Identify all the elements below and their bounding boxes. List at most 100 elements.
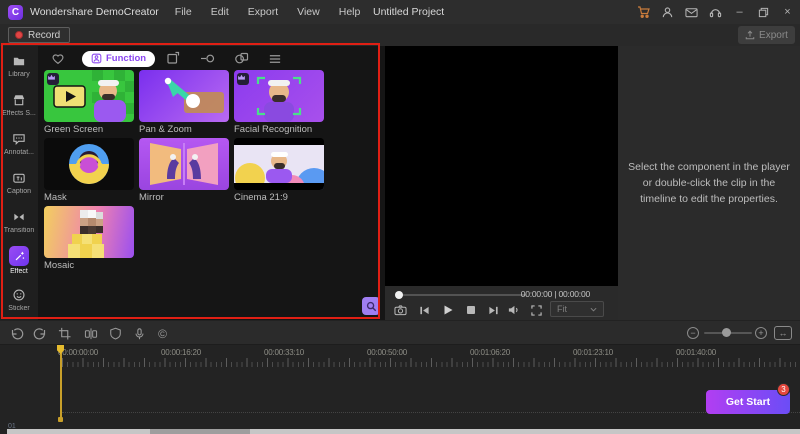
annotation-icon bbox=[11, 131, 27, 147]
effect-card-pan-zoom[interactable]: Pan & Zoom bbox=[139, 70, 229, 136]
seek-track[interactable] bbox=[398, 294, 526, 296]
maximize-button[interactable] bbox=[756, 4, 771, 20]
timeline-ruler-ticks[interactable] bbox=[62, 358, 800, 367]
fit-timeline-button[interactable]: ↔ bbox=[774, 326, 792, 340]
track-divider bbox=[62, 412, 800, 413]
effect-card-cinema[interactable]: Cinema 21:9 bbox=[234, 138, 324, 204]
search-button[interactable] bbox=[362, 297, 380, 315]
record-button[interactable]: Record bbox=[8, 27, 71, 43]
sidebar-item-caption[interactable]: Caption bbox=[0, 163, 38, 202]
tab-list-menu-icon[interactable] bbox=[267, 51, 283, 67]
effects-store-icon bbox=[11, 92, 27, 108]
favorites-heart-icon[interactable] bbox=[50, 51, 66, 67]
effect-thumbnail[interactable] bbox=[234, 138, 324, 190]
tab-function-label: Function bbox=[106, 53, 147, 64]
menu-edit[interactable]: Edit bbox=[211, 6, 229, 18]
fullscreen-button[interactable] bbox=[529, 303, 544, 317]
effect-label: Cinema 21:9 bbox=[234, 192, 288, 203]
stop-button[interactable] bbox=[463, 303, 478, 317]
effect-card-mirror[interactable]: Mirror bbox=[139, 138, 229, 204]
minimize-button[interactable]: – bbox=[732, 4, 747, 20]
microphone-button[interactable] bbox=[131, 325, 148, 342]
effect-thumbnail[interactable] bbox=[139, 70, 229, 122]
next-frame-button[interactable] bbox=[486, 303, 501, 317]
sidebar-item-effect[interactable]: Effect bbox=[0, 241, 38, 280]
effect-label: Pan & Zoom bbox=[139, 124, 192, 135]
ruler-label: 00:01:40:00 bbox=[675, 348, 717, 357]
effects-grid: Green Screen Pan & Zoom Facial Recogniti… bbox=[44, 70, 324, 272]
tab-function[interactable]: Function bbox=[82, 50, 156, 67]
shield-denoise-button[interactable] bbox=[107, 325, 124, 342]
mail-icon[interactable] bbox=[684, 4, 699, 20]
horizontal-scrollbar[interactable] bbox=[0, 429, 800, 434]
sidebar-item-transition[interactable]: Transition bbox=[0, 202, 38, 241]
export-button[interactable]: Export bbox=[738, 26, 795, 44]
menu-view[interactable]: View bbox=[297, 6, 320, 18]
effect-card-mosaic[interactable]: Mosaic bbox=[44, 206, 134, 272]
timeline[interactable]: 00:00:00:00 00:00:16:20 00:00:33:10 00:0… bbox=[0, 345, 800, 429]
redo-button[interactable] bbox=[31, 325, 48, 342]
titlebar: C Wondershare DemoCreator File Edit Expo… bbox=[0, 0, 800, 24]
play-button[interactable] bbox=[440, 303, 455, 317]
placeholder-message: Select the component in the player or do… bbox=[628, 160, 790, 206]
scrollbar-thumb[interactable] bbox=[150, 429, 250, 434]
app-window: C Wondershare DemoCreator File Edit Expo… bbox=[0, 0, 800, 434]
edit-toolbar: © − + ↔ bbox=[0, 320, 800, 345]
volume-button[interactable] bbox=[506, 303, 521, 317]
effect-label: Green Screen bbox=[44, 124, 104, 135]
zoom-out-button[interactable]: − bbox=[687, 327, 699, 339]
tab-blend-icon[interactable] bbox=[233, 51, 249, 67]
undo-button[interactable] bbox=[8, 325, 25, 342]
playhead[interactable] bbox=[60, 345, 62, 419]
transition-icon bbox=[11, 209, 27, 225]
sidebar-item-library[interactable]: Library bbox=[0, 46, 38, 85]
fit-zoom-dropdown[interactable]: Fit bbox=[550, 301, 604, 317]
effect-card-facial-recognition[interactable]: Facial Recognition bbox=[234, 70, 324, 136]
seek-handle[interactable] bbox=[395, 291, 403, 299]
effect-thumbnail[interactable] bbox=[44, 70, 134, 122]
player-preview[interactable] bbox=[385, 46, 618, 286]
snapshot-camera-button[interactable] bbox=[393, 303, 408, 317]
sidebar: Library Effects S... Annotat... Caption … bbox=[0, 46, 38, 320]
menu-help[interactable]: Help bbox=[339, 6, 361, 18]
get-start-button[interactable]: Get Start bbox=[706, 390, 790, 414]
record-label: Record bbox=[28, 29, 61, 41]
account-icon[interactable] bbox=[660, 4, 675, 20]
menu-export[interactable]: Export bbox=[248, 6, 278, 18]
zoom-in-button[interactable]: + bbox=[755, 327, 767, 339]
ruler-label: 00:00:00:00 bbox=[57, 348, 99, 357]
cart-icon[interactable] bbox=[636, 4, 651, 20]
sidebar-item-annotation[interactable]: Annotat... bbox=[0, 124, 38, 163]
effect-thumbnail[interactable] bbox=[44, 138, 134, 190]
crop-button[interactable] bbox=[56, 325, 73, 342]
sidebar-item-sticker[interactable]: Sticker bbox=[0, 280, 38, 319]
copyright-watermark-button[interactable]: © bbox=[154, 325, 171, 342]
menu-file[interactable]: File bbox=[175, 6, 192, 18]
effect-thumbnail[interactable] bbox=[139, 138, 229, 190]
upload-icon bbox=[745, 30, 755, 40]
support-headset-icon[interactable] bbox=[708, 4, 723, 20]
player-controls: 00:00:00 | 00:00:00 Fit bbox=[385, 286, 618, 320]
previous-frame-button[interactable] bbox=[417, 303, 432, 317]
caption-icon bbox=[11, 170, 27, 186]
effect-thumbnail[interactable] bbox=[44, 206, 134, 258]
sidebar-item-effects-store[interactable]: Effects S... bbox=[0, 85, 38, 124]
export-label: Export bbox=[759, 29, 788, 41]
effect-card-green-screen[interactable]: Green Screen bbox=[44, 70, 134, 136]
ruler-label: 00:01:06:20 bbox=[469, 348, 511, 357]
close-button[interactable]: × bbox=[780, 4, 795, 20]
ruler-label: 00:00:50:00 bbox=[366, 348, 408, 357]
tab-keyframe-icon[interactable] bbox=[199, 51, 215, 67]
timeline-zoom-handle[interactable] bbox=[722, 328, 731, 337]
record-dot-icon bbox=[15, 31, 23, 39]
split-button[interactable] bbox=[82, 325, 99, 342]
sidebar-item-label: Caption bbox=[6, 188, 32, 195]
sidebar-item-label: Sticker bbox=[8, 305, 30, 312]
sidebar-item-label: Library bbox=[8, 71, 30, 78]
effect-wand-icon bbox=[9, 246, 29, 266]
effect-card-mask[interactable]: Mask bbox=[44, 138, 134, 204]
effects-tabbar: Function bbox=[50, 50, 283, 67]
secondary-toolbar: Record Export bbox=[0, 24, 800, 46]
tab-transform-icon[interactable] bbox=[165, 51, 181, 67]
effect-thumbnail[interactable] bbox=[234, 70, 324, 122]
